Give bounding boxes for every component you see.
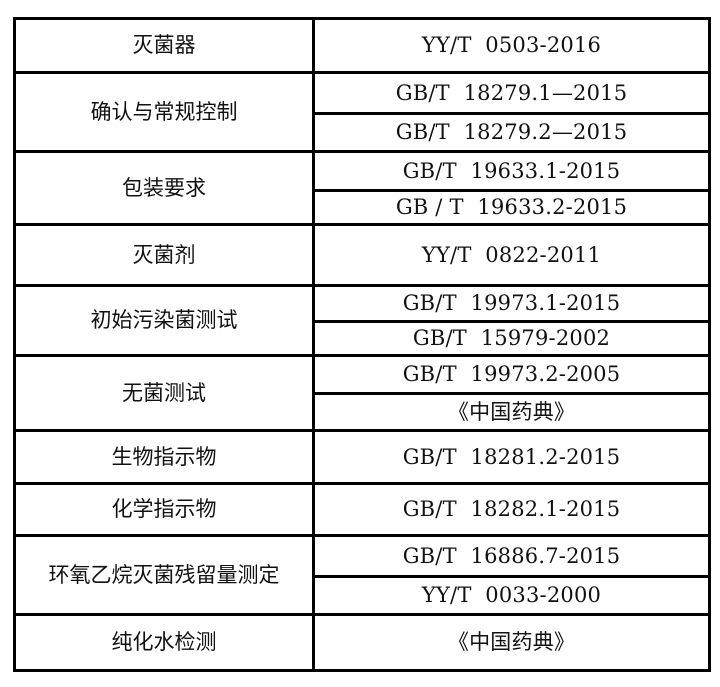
standard-cell: GB/T 18279.1—2015 (312, 71, 711, 115)
standard-cell: YY/T 0033-2000 (312, 575, 711, 616)
category-cell: 包装要求 (13, 150, 315, 226)
table-row: 确认与常规控制 GB/T 18279.1—2015 (13, 71, 711, 153)
table-row: 包装要求 GB/T 19633.1-2015 (13, 150, 711, 226)
standard-cell: YY/T 0822-2011 (312, 223, 711, 287)
standard-cell: YY/T 0503-2016 (312, 17, 711, 74)
standard-cell: 《中国药典》 (312, 613, 711, 672)
category-cell: 生物指示物 (13, 429, 315, 485)
category-cell: 确认与常规控制 (13, 71, 315, 153)
standard-cell: GB/T 19973.2-2005 (312, 354, 711, 395)
table-row: 灭菌器 YY/T 0503-2016 (13, 17, 711, 74)
table-row: 生物指示物 GB/T 18281.2-2015 (13, 429, 711, 485)
category-cell: 纯化水检测 (13, 613, 315, 672)
standard-cell: GB/T 19973.1-2015 (312, 284, 711, 323)
table-row: 无菌测试 GB/T 19973.2-2005 (13, 354, 711, 432)
table-row: 化学指示物 GB/T 18282.1-2015 (13, 482, 711, 537)
category-cell: 灭菌器 (13, 17, 315, 74)
category-cell: 初始污染菌测试 (13, 284, 315, 357)
standard-cell: 《中国药典》 (312, 392, 711, 432)
standard-cell: GB/T 15979-2002 (312, 320, 711, 357)
category-cell: 化学指示物 (13, 482, 315, 537)
table-row: 环氧乙烷灭菌残留量测定 GB/T 16886.7-2015 (13, 534, 711, 616)
standards-table: 灭菌器 YY/T 0503-2016 确认与常规控制 GB/T 18279.1—… (13, 17, 711, 672)
table-row: 灭菌剂 YY/T 0822-2011 (13, 223, 711, 287)
standard-cell: GB/T 18282.1-2015 (312, 482, 711, 537)
table-row: 纯化水检测 《中国药典》 (13, 613, 711, 672)
standard-cell: GB/T 16886.7-2015 (312, 534, 711, 578)
category-cell: 灭菌剂 (13, 223, 315, 287)
category-cell: 环氧乙烷灭菌残留量测定 (13, 534, 315, 616)
standard-cell: GB/T 19633.1-2015 (312, 150, 711, 192)
standard-cell: GB / T 19633.2-2015 (312, 189, 711, 226)
category-cell: 无菌测试 (13, 354, 315, 432)
standard-cell: GB/T 18281.2-2015 (312, 429, 711, 485)
table-row: 初始污染菌测试 GB/T 19973.1-2015 (13, 284, 711, 357)
standard-cell: GB/T 18279.2—2015 (312, 112, 711, 153)
